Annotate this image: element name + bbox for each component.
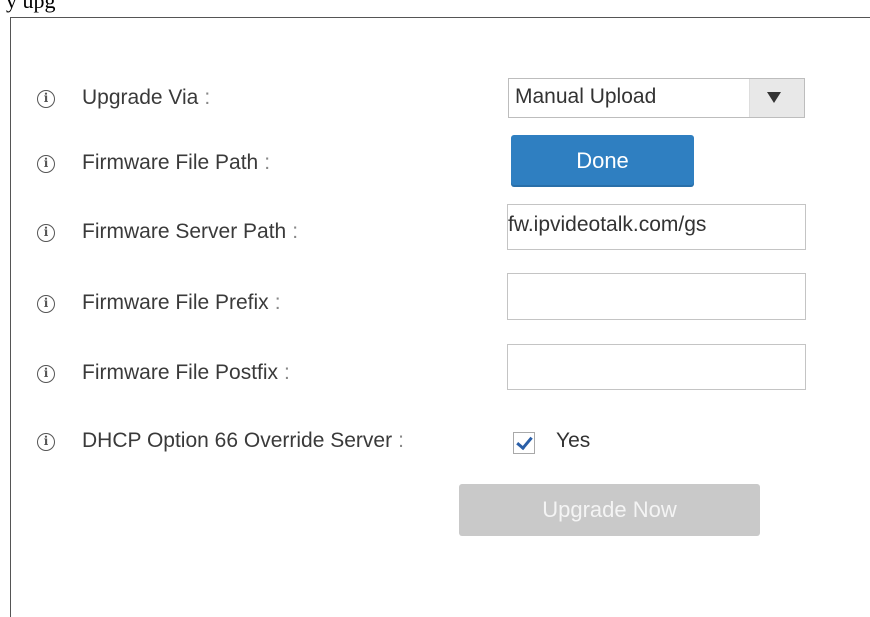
firmware-file-prefix-label: Firmware File Prefix: (82, 291, 281, 314)
upgrade-via-label: Upgrade Via: (82, 86, 211, 109)
row-upgrade-via: i Upgrade Via: Manual Upload (0, 78, 870, 121)
done-button[interactable]: Done (511, 135, 694, 187)
caption-text: y upg (6, 0, 56, 13)
row-firmware-server-path: i Firmware Server Path: (0, 204, 870, 255)
firmware-file-prefix-input[interactable] (507, 273, 806, 320)
firmware-file-path-label: Firmware File Path: (82, 151, 271, 174)
row-firmware-file-postfix: i Firmware File Postfix: (0, 344, 870, 396)
dhcp-option-66-label: DHCP Option 66 Override Server: (82, 429, 404, 452)
firmware-file-postfix-label: Firmware File Postfix: (82, 361, 290, 384)
info-icon[interactable]: i (37, 90, 55, 108)
row-dhcp-option-66: i DHCP Option 66 Override Server: Yes (0, 424, 870, 464)
row-firmware-file-prefix: i Firmware File Prefix: (0, 273, 870, 326)
top-caption-bar: y upg (0, 0, 870, 18)
upgrade-via-select[interactable]: Manual Upload (508, 78, 805, 118)
dropdown-button[interactable] (749, 79, 804, 117)
row-firmware-file-path: i Firmware File Path: Done (0, 135, 870, 187)
upgrade-now-button[interactable]: Upgrade Now (459, 484, 760, 536)
info-icon[interactable]: i (37, 295, 55, 313)
firmware-file-postfix-input[interactable] (507, 344, 806, 390)
info-icon[interactable]: i (37, 224, 55, 242)
dhcp-option-66-yes-label: Yes (556, 429, 591, 452)
info-icon[interactable]: i (37, 155, 55, 173)
upgrade-via-selected-value: Manual Upload (515, 85, 657, 108)
dhcp-option-66-checkbox[interactable] (513, 432, 535, 454)
firmware-server-path-input[interactable] (507, 204, 806, 250)
chevron-down-icon (767, 92, 781, 103)
info-icon[interactable]: i (37, 433, 55, 451)
info-icon[interactable]: i (37, 365, 55, 383)
firmware-server-path-label: Firmware Server Path: (82, 220, 299, 243)
checkmark-icon (516, 432, 533, 451)
